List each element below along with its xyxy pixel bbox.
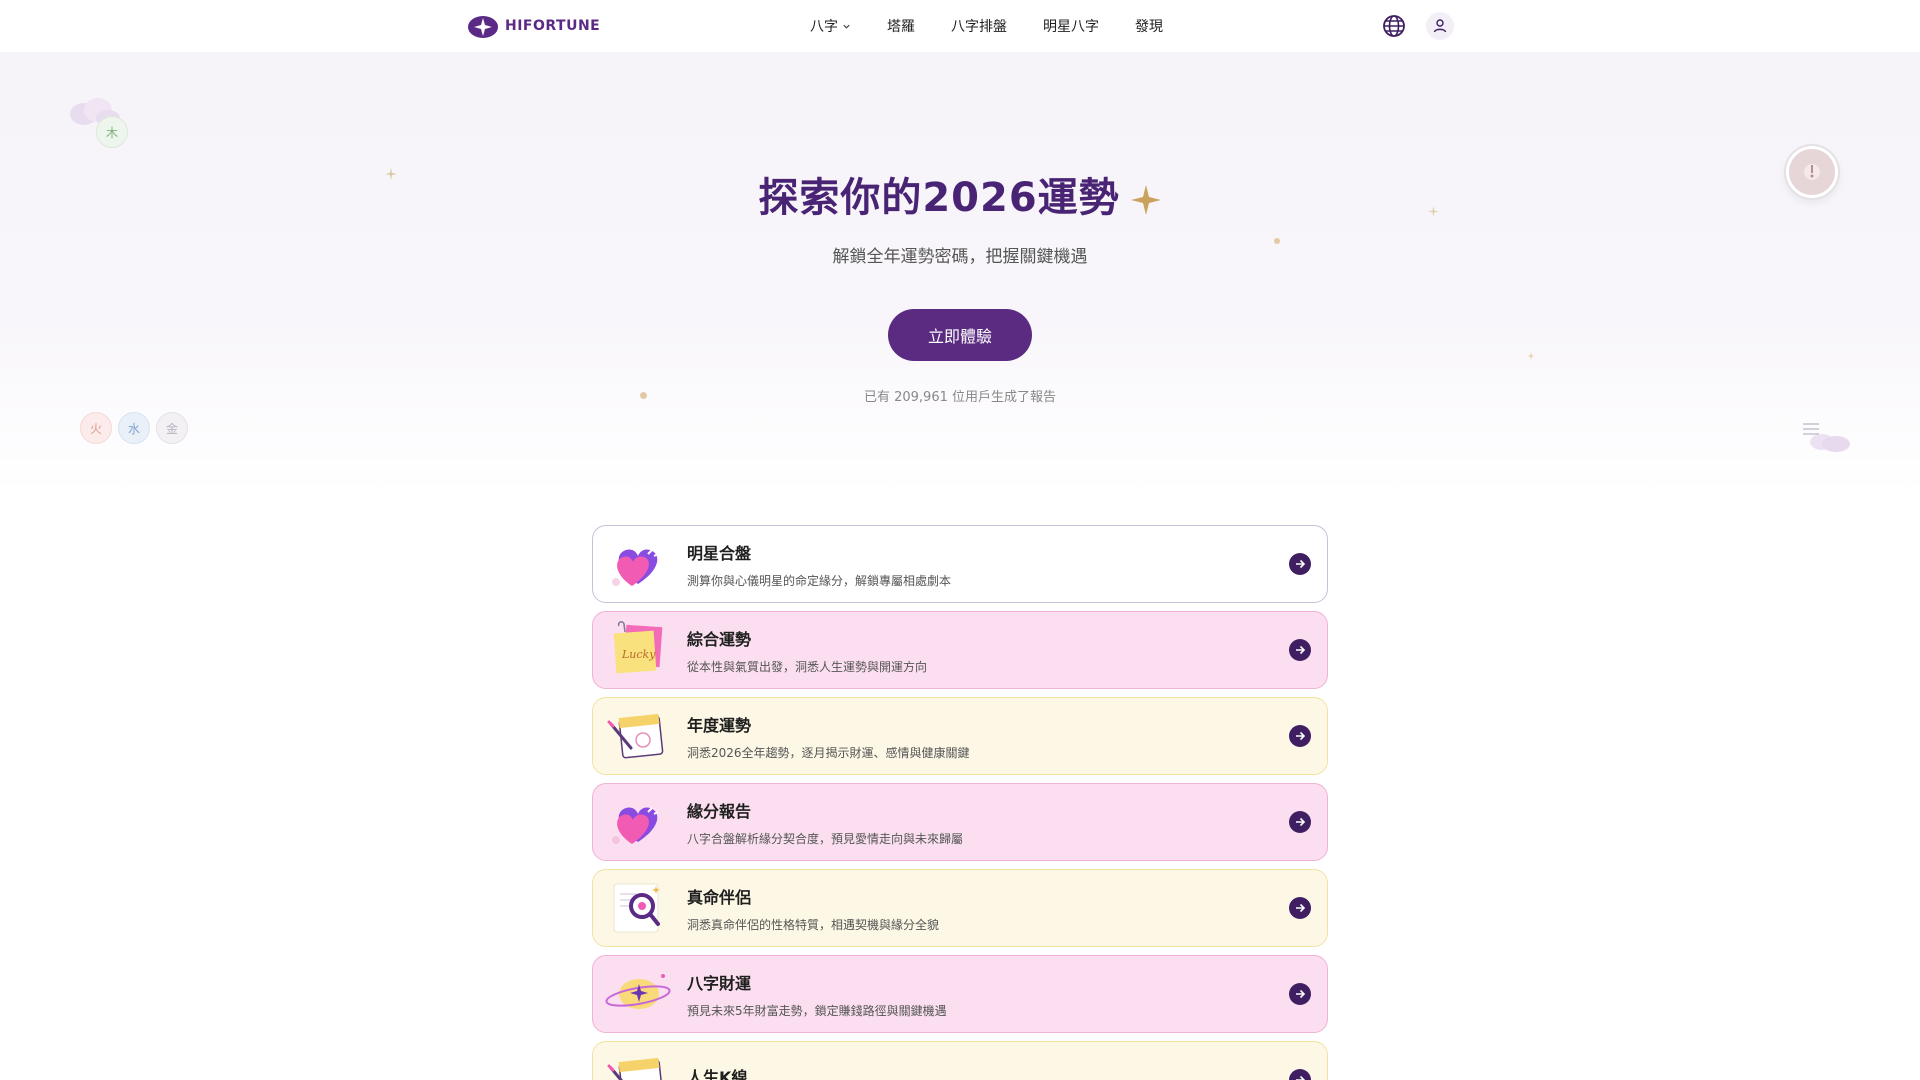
hero-section: 木 火 水 金 探索你的2026運勢 解鎖全年運勢密碼，把握關鍵機遇 立即體驗 …: [0, 52, 1920, 492]
logo-icon: [468, 16, 498, 38]
card-title: 緣分報告: [687, 801, 752, 821]
card-description: 從本性與氣質出發，洞悉人生運勢與開運方向: [687, 659, 928, 674]
sparkle-icon: [1527, 352, 1535, 360]
card-arrow-button[interactable]: [1289, 553, 1311, 575]
magnifier-icon: [613, 883, 660, 933]
arrow-right-icon: [1296, 1075, 1306, 1080]
card-arrow-button[interactable]: [1289, 983, 1311, 1005]
try-now-button[interactable]: 立即體驗: [888, 309, 1032, 361]
brand-name: HIFORTUNE: [505, 18, 601, 34]
users-count-text: 已有 209,961 位用戶生成了報告: [863, 390, 1057, 405]
card-arrow-button[interactable]: [1289, 811, 1311, 833]
arrow-right-icon: [1296, 817, 1306, 827]
arrow-right-icon: [1296, 559, 1306, 569]
top-header: HIFORTUNE 八字 塔羅 八字排盤 明星八字 發現: [0, 0, 1920, 52]
chevron-down-icon: [843, 24, 850, 29]
header-actions: [1380, 12, 1454, 40]
nav-item-label: 八字排盤: [951, 19, 1007, 35]
user-icon: [1433, 19, 1447, 33]
card-life-kline[interactable]: 人生K線: [592, 1041, 1328, 1080]
card-thumb: [593, 784, 683, 860]
card-overall-fortune[interactable]: Lucky 綜合運勢 從本性與氣質出發，洞悉人生運勢與開運方向: [592, 611, 1328, 689]
card-thumb: Lucky: [593, 612, 683, 688]
element-metal-badge: 金: [156, 412, 188, 444]
main-nav: 八字 塔羅 八字排盤 明星八字 發現: [810, 16, 1163, 36]
planet-icon: [605, 974, 671, 1009]
nav-item-bazi-chart[interactable]: 八字排盤: [951, 16, 1007, 36]
card-celebrity-match[interactable]: 明星合盤 測算你與心儀明星的命定緣分，解鎖專屬相處劇本: [592, 525, 1328, 603]
card-arrow-button[interactable]: [1289, 1069, 1311, 1080]
nav-item-tarot[interactable]: 塔羅: [887, 16, 915, 36]
nav-item-label: 明星八字: [1043, 19, 1099, 35]
account-button[interactable]: [1426, 12, 1454, 40]
calendar-icon: [607, 1057, 664, 1080]
element-wood-badge: 木: [96, 116, 128, 148]
card-title: 年度運勢: [687, 715, 752, 735]
nav-item-discover[interactable]: 發現: [1135, 16, 1163, 36]
hero-title-text: 探索你的2026運勢: [758, 175, 1120, 221]
lucky-note-icon: Lucky: [613, 621, 663, 674]
element-water-badge: 水: [118, 412, 150, 444]
svg-text:Lucky: Lucky: [621, 648, 656, 661]
card-thumb: [593, 526, 683, 602]
heart-icon: [612, 807, 659, 844]
card-annual-fortune[interactable]: 年度運勢 洞悉2026全年趨勢，逐月揭示財運、感情與健康關鍵: [592, 697, 1328, 775]
card-bazi-wealth[interactable]: 八字財運 預見未來5年財富走勢，鎖定賺錢路徑與關鍵機遇: [592, 955, 1328, 1033]
card-thumb: [593, 698, 683, 774]
nav-item-celebrity-bazi[interactable]: 明星八字: [1043, 16, 1099, 36]
nav-item-label: 發現: [1135, 19, 1163, 35]
heart-icon: [612, 549, 659, 586]
arrow-right-icon: [1296, 731, 1306, 741]
card-arrow-button[interactable]: [1289, 897, 1311, 919]
element-fire-badge: 火: [80, 412, 112, 444]
card-thumb: [593, 956, 683, 1032]
star-sparkle-icon: [1130, 185, 1161, 215]
brand-logo[interactable]: HIFORTUNE: [467, 13, 600, 39]
product-card-list: 明星合盤 測算你與心儀明星的命定緣分，解鎖專屬相處劇本 Lucky 綜合運勢 從…: [592, 525, 1328, 1080]
globe-icon: [1383, 15, 1405, 37]
card-description: 測算你與心儀明星的命定緣分，解鎖專屬相處劇本: [687, 573, 952, 588]
hero-title: 探索你的2026運勢: [0, 165, 1920, 223]
card-arrow-button[interactable]: [1289, 725, 1311, 747]
card-fate-report[interactable]: 緣分報告 八字合盤解析緣分契合度，預見愛情走向與未來歸屬: [592, 783, 1328, 861]
language-button[interactable]: [1380, 12, 1408, 40]
card-title: 綜合運勢: [687, 629, 752, 649]
nav-item-label: 塔羅: [887, 19, 915, 35]
nav-item-label: 八字: [810, 19, 838, 35]
card-title: 真命伴侶: [687, 887, 752, 907]
card-description: 八字合盤解析緣分契合度，預見愛情走向與未來歸屬: [687, 831, 964, 846]
arrow-right-icon: [1296, 645, 1306, 655]
menu-lines-icon: [1803, 423, 1819, 435]
arrow-right-icon: [1296, 903, 1306, 913]
calendar-icon: [607, 713, 664, 759]
card-title: 明星合盤: [687, 543, 752, 563]
card-arrow-button[interactable]: [1289, 639, 1311, 661]
nav-item-bazi[interactable]: 八字: [810, 16, 851, 36]
card-thumb: [593, 1042, 683, 1080]
card-title: 八字財運: [687, 973, 752, 993]
arrow-right-icon: [1296, 989, 1306, 999]
card-description: 預見未來5年財富走勢，鎖定賺錢路徑與關鍵機遇: [687, 1003, 947, 1018]
card-title: 人生K線: [687, 1068, 748, 1080]
card-description: 洞悉真命伴侶的性格特質，相遇契機與緣分全貌: [687, 917, 940, 932]
card-true-partner[interactable]: 真命伴侶 洞悉真命伴侶的性格特質，相遇契機與緣分全貌: [592, 869, 1328, 947]
hero-subtitle: 解鎖全年運勢密碼，把握關鍵機遇: [832, 247, 1088, 267]
card-description: 洞悉2026全年趨勢，逐月揭示財運、感情與健康關鍵: [687, 745, 970, 760]
card-thumb: [593, 870, 683, 946]
